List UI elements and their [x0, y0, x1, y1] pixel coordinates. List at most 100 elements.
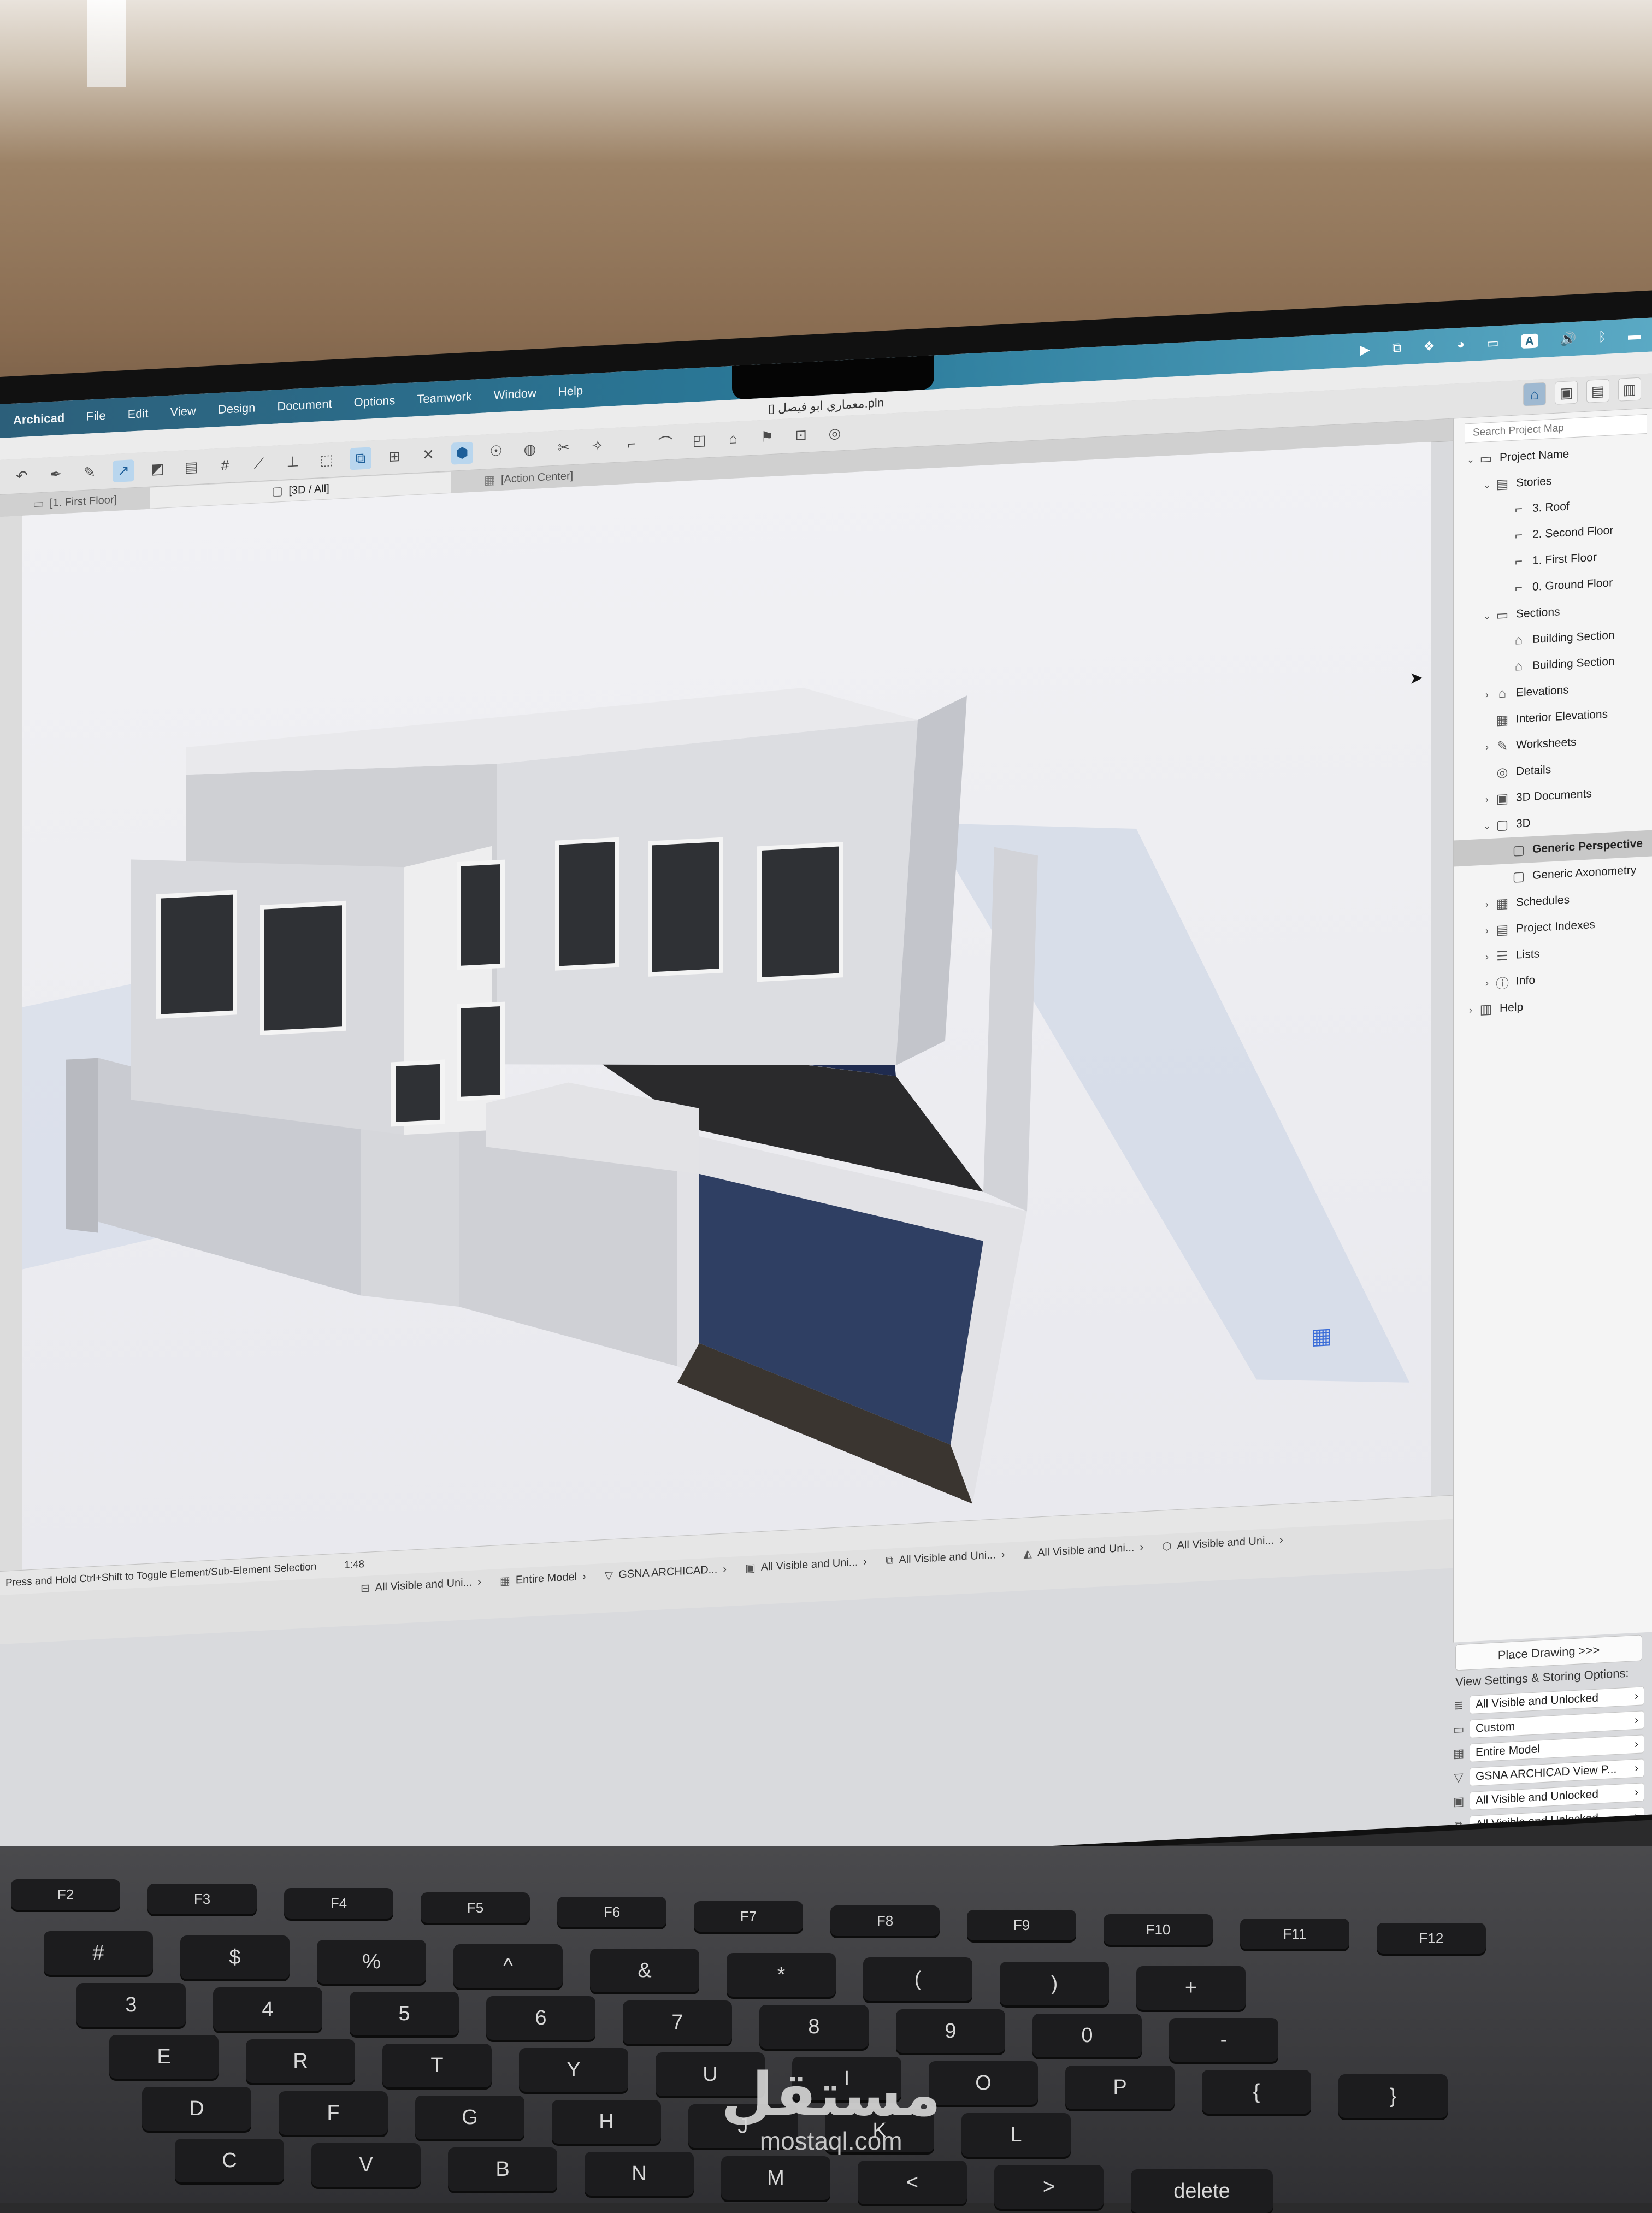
project-map-search-input[interactable]	[1472, 417, 1638, 440]
tree-item-icon: ▦	[1496, 895, 1509, 911]
keyboard-key: 3	[76, 1983, 186, 2027]
trace-icon[interactable]: ⊞	[384, 445, 405, 468]
volume-icon[interactable]: 🔊	[1560, 331, 1577, 347]
undo-icon[interactable]: ↶	[11, 464, 33, 487]
layout-book-icon[interactable]: ⊡	[790, 424, 812, 447]
publisher-sets-icon[interactable]: ▥	[1618, 377, 1641, 402]
suspend-groups-icon[interactable]: ⬚	[316, 448, 338, 471]
disclosure-chevron-icon[interactable]: ›	[1481, 688, 1493, 700]
tree-item-label: Lists	[1516, 947, 1540, 961]
boundary-wall-mid	[361, 1110, 459, 1307]
tree-item-icon: ▢	[1496, 817, 1509, 833]
floor-plan-icon: ▭	[33, 496, 44, 511]
3d-viewport[interactable]	[22, 441, 1431, 1570]
color-picker-icon[interactable]: ◕	[1457, 337, 1465, 352]
disclosure-chevron-icon[interactable]: ›	[1481, 741, 1493, 753]
keyboard-key: >	[994, 2165, 1104, 2209]
dropbox-icon[interactable]: ❖	[1423, 338, 1435, 355]
keyboard-key: *	[727, 1953, 836, 1997]
menu-help[interactable]: Help	[558, 383, 583, 399]
flag-icon[interactable]: ⚑	[756, 426, 778, 448]
menu-file[interactable]: File	[86, 409, 105, 424]
tree-item-label: Sections	[1516, 605, 1560, 621]
guide-line-icon[interactable]: ⟋	[248, 452, 270, 475]
keyboard-key: N	[585, 2152, 694, 2196]
display-icon[interactable]: ▭	[1486, 335, 1499, 351]
quick-option-label: All Visible and Uni...	[1177, 1534, 1275, 1551]
disclosure-chevron-icon[interactable]: ›	[1481, 951, 1493, 963]
disclosure-chevron-icon[interactable]: ›	[1465, 1004, 1477, 1016]
bluetooth-icon[interactable]: ᛒ	[1598, 329, 1606, 345]
pick-up-icon[interactable]: ✒	[45, 463, 67, 486]
marquee-icon[interactable]: ◩	[146, 457, 168, 480]
menu-design[interactable]: Design	[218, 401, 255, 417]
tree-item-label: Elevations	[1516, 683, 1569, 699]
tree-item-label: Stories	[1516, 475, 1552, 489]
disclosure-chevron-icon[interactable]: ⌄	[1481, 819, 1493, 831]
project-map-tree: ⌄ ▭ Project Name ⌄ ▤ Stories ⌐ 3. Roof ⌐ 2. Secon…	[1454, 436, 1652, 1024]
screen-mirror-icon[interactable]: ⧉	[1392, 340, 1401, 356]
disclosure-chevron-icon[interactable]: ⌄	[1481, 479, 1493, 491]
adjust-icon[interactable]: ◰	[688, 429, 710, 452]
window-title: معماري ابو فيصل.pln	[778, 396, 884, 415]
arrow-select-icon[interactable]: ↗	[113, 459, 134, 482]
menu-document[interactable]: Document	[277, 397, 332, 414]
menu-window[interactable]: Window	[494, 386, 536, 403]
menu-edit[interactable]: Edit	[128, 406, 149, 422]
window-8	[391, 1059, 445, 1127]
watermark-url: mostaql.com	[759, 2127, 902, 2155]
magic-wand-icon[interactable]: ✧	[587, 434, 609, 457]
menu-options[interactable]: Options	[354, 393, 396, 410]
offset-icon[interactable]: ⌐	[621, 433, 642, 456]
scissors-icon[interactable]: ✂	[553, 436, 575, 459]
quick-option-icon: ▣	[745, 1562, 756, 1575]
disclosure-chevron-icon[interactable]: ›	[1481, 898, 1493, 910]
battery-icon[interactable]: ▬	[1628, 328, 1641, 344]
menu-view[interactable]: View	[170, 404, 196, 419]
disclosure-chevron-icon[interactable]: ›	[1481, 793, 1493, 805]
chevron-right-icon: ›	[1279, 1533, 1283, 1546]
chevron-right-icon: ›	[723, 1562, 727, 1575]
window-3	[457, 859, 505, 971]
menu-app-name[interactable]: Archicad	[13, 411, 64, 428]
tree-item-icon: ▢	[1512, 842, 1525, 858]
menu-teamwork[interactable]: Teamwork	[417, 390, 471, 406]
layer-combination-icon[interactable]: ⧉	[350, 446, 371, 470]
screen-record-icon[interactable]: ▶	[1360, 341, 1370, 358]
tree-item-icon: ▢	[1512, 869, 1525, 884]
tree-item-icon: ⌂	[1498, 686, 1507, 701]
chevron-right-icon: ›	[1001, 1548, 1005, 1561]
cut-plane-icon[interactable]: ✕	[417, 443, 439, 466]
tree-item-label: Building Section	[1532, 655, 1615, 672]
inject-icon[interactable]: ✎	[79, 461, 101, 484]
layout-book-tab-icon[interactable]: ▤	[1586, 379, 1609, 403]
left-toolbox[interactable]	[0, 515, 22, 1571]
quick-option-label: Entire Model	[515, 1571, 577, 1586]
disclosure-chevron-icon[interactable]: ⌄	[1465, 453, 1477, 465]
zoom-scale[interactable]: 1:48	[344, 1557, 393, 1572]
quick-option[interactable]: ▦ Entire Model ›	[500, 1565, 586, 1593]
quick-option-icon: ◭	[1023, 1547, 1032, 1560]
render-icon[interactable]: ☉	[485, 440, 507, 463]
publisher-icon[interactable]: ◎	[824, 422, 846, 445]
quick-option-label: GSNA ARCHICAD...	[618, 1563, 718, 1581]
home-icon[interactable]: ⌂	[722, 427, 744, 450]
input-source-icon[interactable]: A	[1520, 333, 1538, 349]
wall-tool-icon[interactable]: ▤	[180, 456, 202, 479]
gravity-icon[interactable]: ⊥	[282, 450, 304, 473]
globe-icon[interactable]: ◍	[519, 438, 541, 461]
view-setting-value: Entire Model	[1476, 1743, 1540, 1759]
keyboard-key: T	[382, 2044, 492, 2087]
disclosure-chevron-icon[interactable]: ›	[1481, 924, 1493, 936]
chevron-right-icon: ›	[477, 1575, 481, 1588]
tree-item-icon: ▭	[1479, 451, 1492, 467]
fillet-icon[interactable]: ⌒	[654, 431, 676, 454]
chevron-right-icon: ›	[1140, 1541, 1144, 1554]
disclosure-chevron-icon[interactable]: ⌄	[1481, 610, 1493, 622]
disclosure-chevron-icon[interactable]: ›	[1481, 977, 1493, 989]
tab-label: [3D / All]	[288, 482, 329, 497]
view-map-icon[interactable]: ▣	[1555, 380, 1578, 405]
project-map-icon[interactable]: ⌂	[1523, 382, 1546, 406]
grid-snap-icon[interactable]: #	[214, 454, 236, 477]
3d-view-icon[interactable]: ⬢	[451, 441, 473, 465]
